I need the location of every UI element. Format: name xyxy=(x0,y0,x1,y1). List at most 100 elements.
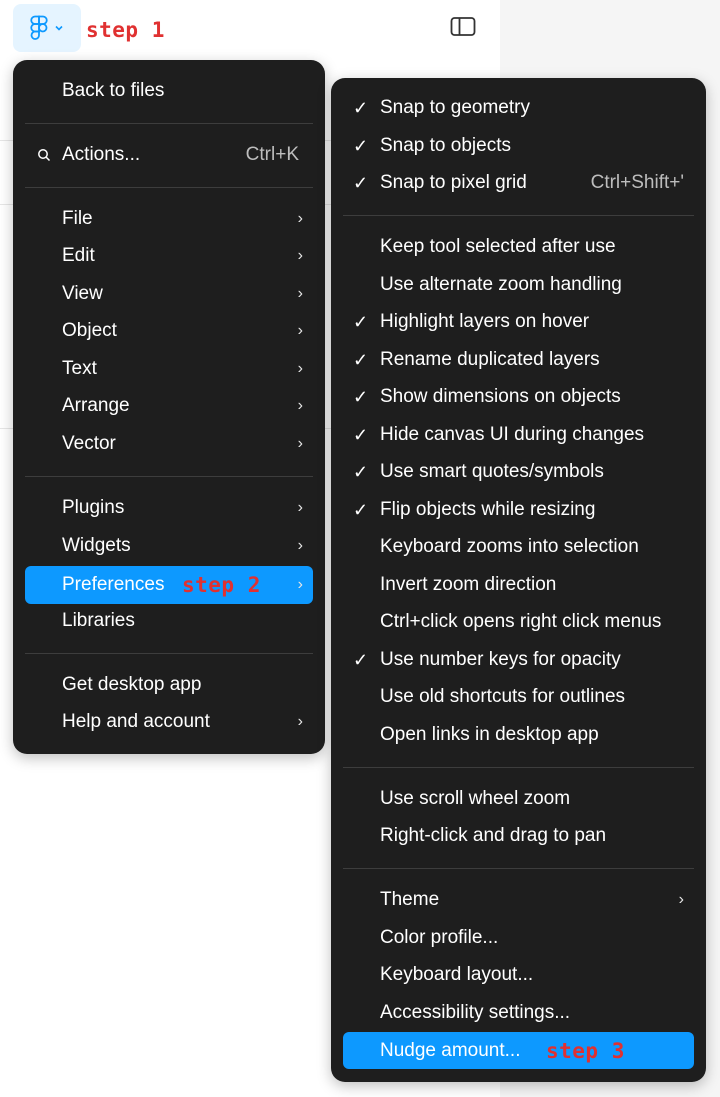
menu-item-label: Show dimensions on objects xyxy=(380,386,621,407)
menu-item-label: Preferences xyxy=(62,574,165,595)
pref-flip-objects[interactable]: ✓ Flip objects while resizing xyxy=(343,493,694,527)
menu-item-arrange[interactable]: Arrange › xyxy=(25,389,313,423)
check-icon: ✓ xyxy=(353,97,369,118)
menu-item-label: Libraries xyxy=(62,610,135,631)
menu-item-label: View xyxy=(62,283,103,304)
pref-right-click-drag-pan[interactable]: Right-click and drag to pan xyxy=(343,819,694,853)
menu-item-label: Actions... xyxy=(62,144,141,165)
menu-item-label: Snap to pixel grid xyxy=(380,172,527,193)
menu-item-plugins[interactable]: Plugins › xyxy=(25,491,313,525)
menu-item-text[interactable]: Text › xyxy=(25,352,313,386)
menu-item-label: Edit xyxy=(62,245,95,266)
pref-rename-duplicated[interactable]: ✓ Rename duplicated layers xyxy=(343,343,694,377)
pref-theme[interactable]: Theme › xyxy=(343,883,694,917)
menu-item-back-to-files[interactable]: Back to files xyxy=(25,74,313,108)
menu-item-label: Vector xyxy=(62,433,116,454)
pref-invert-zoom[interactable]: Invert zoom direction xyxy=(343,568,694,602)
menu-item-label: Highlight layers on hover xyxy=(380,311,590,332)
pref-nudge-amount[interactable]: Nudge amount... step 3 xyxy=(343,1032,694,1069)
pref-keyboard-zooms[interactable]: Keyboard zooms into selection xyxy=(343,530,694,564)
menu-item-help-and-account[interactable]: Help and account › xyxy=(25,705,313,739)
pref-scroll-wheel-zoom[interactable]: Use scroll wheel zoom xyxy=(343,782,694,816)
menu-item-label: Arrange xyxy=(62,395,130,416)
menu-item-object[interactable]: Object › xyxy=(25,314,313,348)
menu-item-label: Ctrl+click opens right click menus xyxy=(380,611,662,632)
shortcut-label: Ctrl+Shift+' xyxy=(590,172,684,193)
chevron-right-icon: › xyxy=(297,576,303,593)
pref-hide-canvas-ui[interactable]: ✓ Hide canvas UI during changes xyxy=(343,418,694,452)
menu-item-libraries[interactable]: Libraries xyxy=(25,604,313,638)
figma-logo-icon xyxy=(30,15,48,40)
check-icon: ✓ xyxy=(353,135,369,156)
menu-item-label: Snap to objects xyxy=(380,135,511,156)
menu-item-label: Color profile... xyxy=(380,927,499,948)
menu-item-label: Use scroll wheel zoom xyxy=(380,788,571,809)
pref-number-keys-opacity[interactable]: ✓ Use number keys for opacity xyxy=(343,643,694,677)
menu-item-widgets[interactable]: Widgets › xyxy=(25,529,313,563)
search-icon xyxy=(38,149,51,162)
pref-color-profile[interactable]: Color profile... xyxy=(343,921,694,955)
menu-separator xyxy=(343,868,694,869)
menu-item-file[interactable]: File › xyxy=(25,202,313,236)
menu-item-label: Use alternate zoom handling xyxy=(380,274,622,295)
chevron-right-icon: › xyxy=(297,322,303,339)
menu-item-label: Widgets xyxy=(62,535,131,556)
chevron-right-icon: › xyxy=(678,891,684,908)
menu-item-label: Use smart quotes/symbols xyxy=(380,461,604,482)
pref-keyboard-layout[interactable]: Keyboard layout... xyxy=(343,958,694,992)
check-icon: ✓ xyxy=(353,386,369,407)
chevron-down-icon xyxy=(55,25,63,31)
check-icon: ✓ xyxy=(353,649,369,670)
chevron-right-icon: › xyxy=(297,499,303,516)
menu-item-label: File xyxy=(62,208,93,229)
menu-item-label: Back to files xyxy=(62,80,165,101)
pref-accessibility-settings[interactable]: Accessibility settings... xyxy=(343,996,694,1030)
menu-separator xyxy=(25,187,313,188)
pref-smart-quotes[interactable]: ✓ Use smart quotes/symbols xyxy=(343,455,694,489)
chevron-right-icon: › xyxy=(297,397,303,414)
pref-old-shortcuts[interactable]: Use old shortcuts for outlines xyxy=(343,680,694,714)
check-icon: ✓ xyxy=(353,461,369,482)
menu-separator xyxy=(25,123,313,124)
menu-item-edit[interactable]: Edit › xyxy=(25,239,313,273)
pref-ctrl-click-menus[interactable]: Ctrl+click opens right click menus xyxy=(343,605,694,639)
menu-item-label: Open links in desktop app xyxy=(380,724,599,745)
menu-item-actions[interactable]: Actions... Ctrl+K xyxy=(25,138,313,172)
menu-item-label: Get desktop app xyxy=(62,674,202,695)
pref-open-links-desktop[interactable]: Open links in desktop app xyxy=(343,718,694,752)
step-2-annotation: step 2 xyxy=(182,573,261,597)
pref-snap-to-pixel-grid[interactable]: ✓ Snap to pixel grid Ctrl+Shift+' xyxy=(343,166,694,200)
menu-item-vector[interactable]: Vector › xyxy=(25,427,313,461)
chevron-right-icon: › xyxy=(297,537,303,554)
chevron-right-icon: › xyxy=(297,285,303,302)
pref-alternate-zoom[interactable]: Use alternate zoom handling xyxy=(343,268,694,302)
pref-show-dimensions[interactable]: ✓ Show dimensions on objects xyxy=(343,380,694,414)
menu-item-label: Accessibility settings... xyxy=(380,1002,571,1023)
menu-item-label: Use old shortcuts for outlines xyxy=(380,686,626,707)
menu-item-label: Nudge amount... xyxy=(380,1039,521,1061)
main-menu-button[interactable] xyxy=(13,4,81,52)
menu-item-get-desktop-app[interactable]: Get desktop app xyxy=(25,668,313,702)
pref-highlight-layers[interactable]: ✓ Highlight layers on hover xyxy=(343,305,694,339)
chevron-right-icon: › xyxy=(297,210,303,227)
menu-item-view[interactable]: View › xyxy=(25,277,313,311)
menu-item-label: Hide canvas UI during changes xyxy=(380,424,645,445)
step-3-annotation: step 3 xyxy=(546,1038,625,1063)
menu-item-label: Help and account xyxy=(62,711,210,732)
menu-item-label: Text xyxy=(62,358,97,379)
menu-item-label: Right-click and drag to pan xyxy=(380,825,607,846)
shortcut-label: Ctrl+K xyxy=(245,144,299,165)
chevron-right-icon: › xyxy=(297,435,303,452)
menu-item-label: Keyboard zooms into selection xyxy=(380,536,639,557)
menu-item-label: Use number keys for opacity xyxy=(380,649,621,670)
pref-snap-to-objects[interactable]: ✓ Snap to objects xyxy=(343,129,694,163)
chevron-right-icon: › xyxy=(297,713,303,730)
menu-item-label: Rename duplicated layers xyxy=(380,349,600,370)
pref-keep-tool-selected[interactable]: Keep tool selected after use xyxy=(343,230,694,264)
check-icon: ✓ xyxy=(353,499,369,520)
menu-item-preferences[interactable]: Preferences step 2 › xyxy=(25,566,313,604)
preferences-submenu: ✓ Snap to geometry ✓ Snap to objects ✓ S… xyxy=(331,78,706,1082)
sidebar-panel-icon[interactable] xyxy=(450,16,476,38)
pref-snap-to-geometry[interactable]: ✓ Snap to geometry xyxy=(343,91,694,125)
check-icon: ✓ xyxy=(353,172,369,193)
